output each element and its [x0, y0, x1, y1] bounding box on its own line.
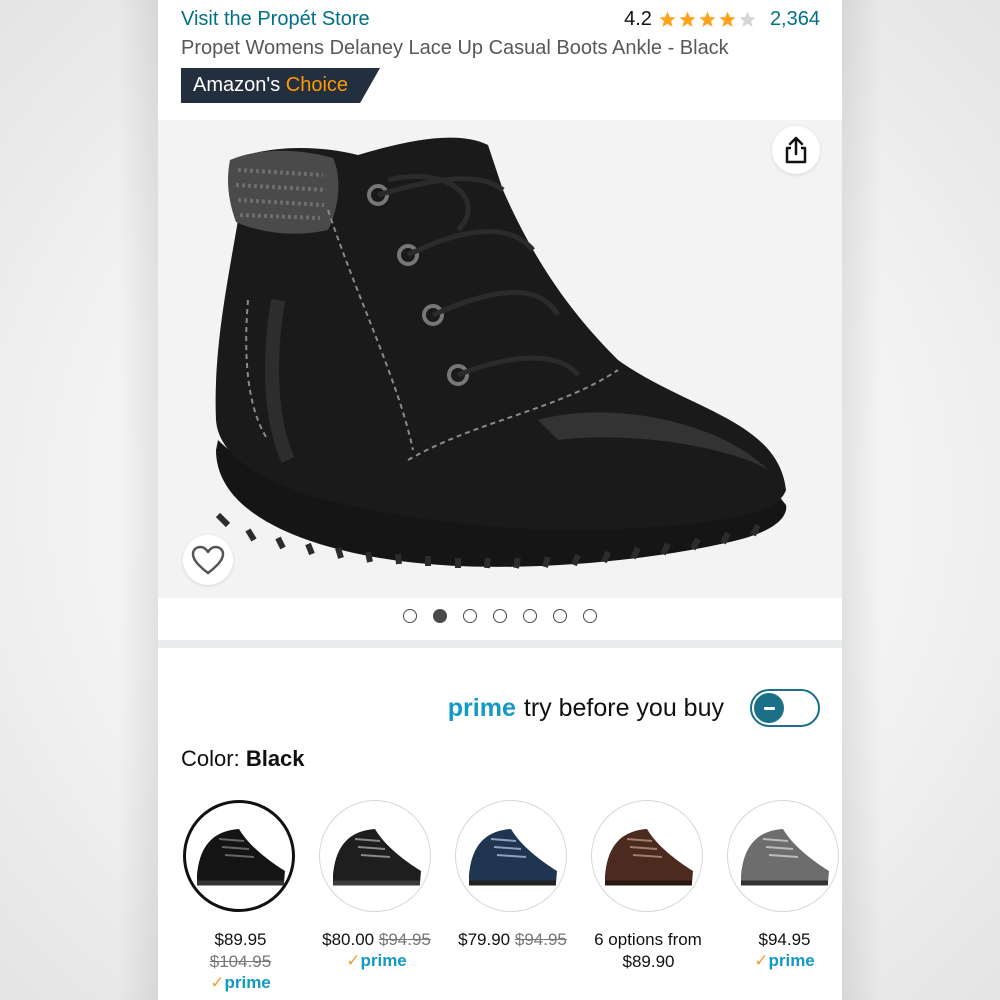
pagination-dot[interactable]	[493, 609, 507, 623]
pagination-dot[interactable]	[433, 609, 447, 623]
color-label-prefix: Color:	[181, 746, 240, 771]
product-page: Visit the Propét Store 4.2 2,364 Propet …	[158, 0, 842, 1000]
pagination-dot[interactable]	[583, 609, 597, 623]
swatch-grey[interactable]: $94.95 ✓prime	[727, 800, 842, 971]
prime-badge-text: prime	[224, 973, 271, 992]
prime-check-icon: ✓	[754, 951, 769, 970]
right-backdrop-shadow	[842, 0, 882, 1000]
boot-thumbnail	[741, 829, 829, 886]
boot-thumbnail	[333, 829, 421, 886]
heart-icon	[191, 545, 225, 575]
boot-image	[215, 137, 787, 569]
prime-badge: ✓prime	[319, 951, 434, 971]
prime-check-icon: ✓	[210, 973, 225, 992]
prime-check-icon: ✓	[346, 951, 361, 970]
color-label: Color: Black	[181, 746, 305, 772]
prime-badge-text: prime	[360, 951, 407, 970]
minus-icon	[763, 706, 775, 710]
store-link[interactable]: Visit the Propét Store	[181, 8, 370, 31]
rating-value: 4.2	[624, 8, 652, 30]
badge-amazon-text: Amazon's	[193, 74, 281, 96]
swatch-thumbnail	[319, 800, 431, 912]
boot-thumbnail	[605, 829, 693, 886]
try-before-you-buy-toggle[interactable]	[750, 689, 820, 727]
swatch-price: $80.00 $94.95	[319, 930, 434, 950]
swatch-thumbnail	[455, 800, 567, 912]
rating-summary[interactable]: 4.2 2,364	[624, 8, 820, 31]
pagination-dot[interactable]	[523, 609, 537, 623]
swatch-price-current: $79.90	[458, 930, 511, 949]
star-empty-icon	[739, 11, 756, 28]
prime-try-before-you-buy: prime try before you buy	[448, 689, 820, 727]
product-image[interactable]	[158, 120, 842, 598]
swatch-brown-suede[interactable]: 6 options from $89.90	[591, 800, 706, 972]
review-count: 2,364	[769, 8, 820, 30]
rating-stars	[658, 10, 758, 29]
section-divider	[158, 640, 842, 648]
share-button[interactable]	[772, 126, 820, 174]
swatch-was-price: $94.95	[514, 930, 567, 949]
boot-thumbnail	[197, 829, 285, 886]
prime-badge: ✓prime	[727, 951, 842, 971]
pagination-dot[interactable]	[553, 609, 567, 623]
swatch-was-price: $104.95	[209, 952, 272, 971]
swatch-options-price: $89.90	[622, 952, 675, 971]
swatch-price-current: $80.00	[322, 930, 375, 949]
swatch-black-suede[interactable]: $80.00 $94.95 ✓prime	[319, 800, 434, 971]
star-icon	[659, 11, 676, 28]
color-value: Black	[245, 746, 305, 771]
wishlist-button[interactable]	[183, 535, 233, 585]
amazons-choice-badge[interactable]: Amazon's Choice	[181, 68, 380, 103]
image-pagination	[158, 609, 842, 623]
star-icon	[719, 11, 736, 28]
product-title: Propet Womens Delaney Lace Up Casual Boo…	[181, 37, 729, 59]
swatch-thumbnail	[727, 800, 839, 912]
swatch-price: $94.95	[758, 930, 811, 949]
prime-badge: ✓prime	[183, 973, 298, 993]
swatch-price: $79.90 $94.95	[455, 930, 570, 950]
toggle-knob	[754, 693, 784, 723]
prime-logo-text: prime	[447, 693, 516, 722]
boot-thumbnail	[469, 829, 557, 886]
share-icon	[785, 136, 807, 164]
prime-badge-text: prime	[768, 951, 815, 970]
swatch-black-leather[interactable]: $89.95 $104.95 ✓prime	[183, 800, 298, 993]
star-icon	[699, 11, 716, 28]
swatch-was-price: $94.95	[378, 930, 431, 949]
badge-choice-text: Choice	[285, 74, 349, 96]
swatch-thumbnail	[183, 800, 295, 912]
left-backdrop-shadow	[118, 0, 158, 1000]
swatch-price: $89.95	[214, 930, 267, 949]
color-swatches: $89.95 $104.95 ✓prime $80.00 $94.95 ✓pri…	[158, 800, 842, 1000]
try-before-you-buy-text: try before you buy	[523, 693, 724, 722]
swatch-navy-suede[interactable]: $79.90 $94.95	[455, 800, 570, 950]
pagination-dot[interactable]	[463, 609, 477, 623]
pagination-dot[interactable]	[403, 609, 417, 623]
swatch-thumbnail	[591, 800, 703, 912]
star-icon	[679, 11, 696, 28]
swatch-options-text: 6 options from	[594, 930, 702, 949]
